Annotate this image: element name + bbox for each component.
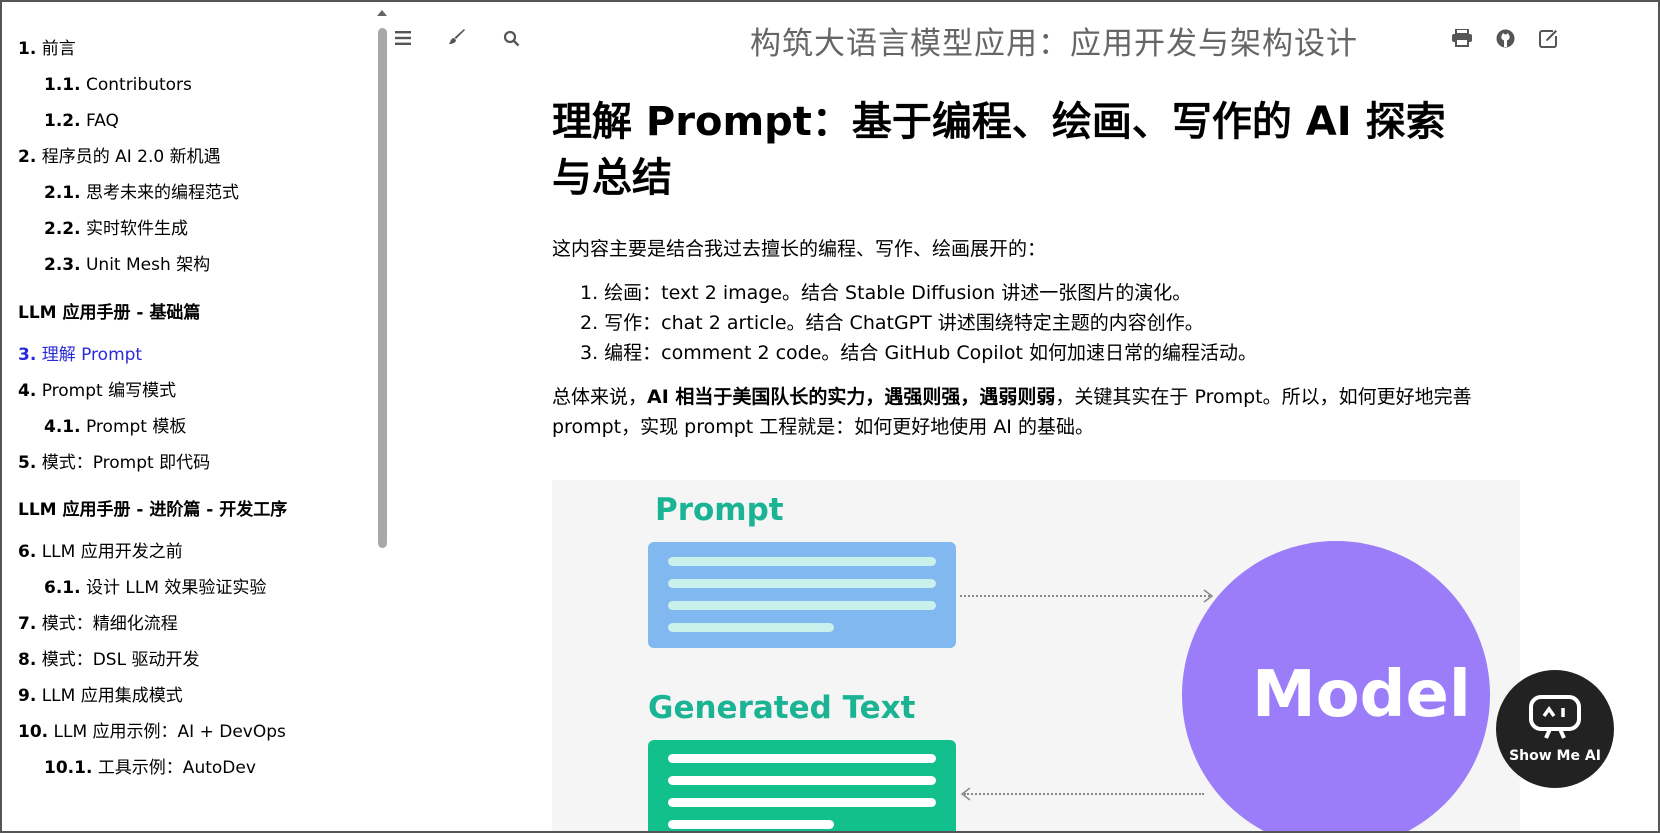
show-me-ai-label: Show Me AI	[1509, 748, 1601, 764]
text-line	[668, 776, 936, 785]
article: 理解 Prompt：基于编程、绘画、写作的 AI 探索与总结 这内容主要是结合我…	[552, 94, 1472, 442]
sidebar-item-autodev[interactable]: 10.1. 工具示例：AutoDev	[44, 756, 256, 780]
sidebar-item-prompt-template[interactable]: 4.1. Prompt 模板	[44, 415, 186, 439]
sidebar-item-refined-process[interactable]: 7. 模式：精细化流程	[18, 612, 178, 636]
main-content: 构筑大语言模型应用：应用开发与架构设计 理解 Prompt：基于编程、绘画、写作…	[390, 4, 1658, 831]
search-icon[interactable]	[499, 26, 523, 50]
robot-icon	[1529, 695, 1581, 739]
scroll-up-arrow[interactable]	[377, 10, 387, 16]
text-line	[668, 557, 936, 566]
sidebar-part-advanced: LLM 应用手册 - 进阶篇 - 开发工序	[18, 500, 288, 520]
sidebar-item-contributors[interactable]: 1.1. Contributors	[44, 73, 192, 97]
sidebar-item-ai-2[interactable]: 2. 程序员的 AI 2.0 新机遇	[18, 145, 221, 169]
sidebar-item-dsl-driven[interactable]: 8. 模式：DSL 驱动开发	[18, 648, 199, 672]
sidebar-scrollbar-thumb[interactable]	[378, 28, 387, 548]
text-line	[668, 623, 834, 632]
figure-prompt-label: Prompt	[655, 492, 784, 528]
intro-paragraph: 这内容主要是结合我过去擅长的编程、写作、绘画展开的：	[552, 238, 1047, 260]
book-title: 构筑大语言模型应用：应用开发与架构设计	[750, 26, 1358, 62]
prompt-card	[648, 542, 956, 648]
list-item: 3. 编程：comment 2 code。结合 GitHub Copilot 如…	[580, 342, 1257, 364]
text-line	[668, 754, 936, 763]
text-line	[668, 798, 936, 807]
github-icon[interactable]	[1493, 26, 1517, 50]
sidebar-item-unit-mesh[interactable]: 2.3. Unit Mesh 架构	[44, 253, 210, 277]
text-line	[668, 579, 936, 588]
prompt-arrow	[960, 595, 1210, 597]
sidebar-item-llm-experiment[interactable]: 6.1. 设计 LLM 效果验证实验	[44, 576, 266, 600]
paintbrush-icon[interactable]	[445, 26, 469, 50]
model-label: Model	[1252, 658, 1471, 732]
generated-arrow	[964, 793, 1204, 795]
list-item: 1. 绘画：text 2 image。结合 Stable Diffusion 讲…	[580, 282, 1192, 304]
prompt-model-figure: Prompt Generated Text Model	[552, 480, 1520, 831]
sidebar-item-prompt-patterns[interactable]: 4. Prompt 编写模式	[18, 379, 176, 403]
print-icon[interactable]	[1450, 26, 1474, 50]
arrow-head-left-icon	[960, 787, 971, 801]
sidebar-item-devops[interactable]: 10. LLM 应用示例：AI + DevOps	[18, 720, 286, 744]
list-item: 2. 写作：chat 2 article。结合 ChatGPT 讲述围绕特定主题…	[580, 312, 1204, 334]
edit-icon[interactable]	[1536, 26, 1560, 50]
sidebar-item-preface[interactable]: 1. 前言	[18, 37, 76, 61]
text-line	[668, 820, 834, 829]
menu-icon[interactable]	[391, 26, 415, 50]
sidebar-toc: 1. 前言 1.1. Contributors 1.2. FAQ 2. 程序员的…	[4, 4, 388, 831]
sidebar-item-prompt-as-code[interactable]: 5. 模式：Prompt 即代码	[18, 451, 210, 475]
app-frame: 1. 前言 1.1. Contributors 1.2. FAQ 2. 程序员的…	[0, 0, 1660, 833]
summary-paragraph: 总体来说，AI 相当于美国队长的实力，遇强则强，遇弱则弱，关键其实在于 Prom…	[552, 386, 1472, 438]
figure-generated-label: Generated Text	[648, 690, 916, 726]
sidebar-item-understand-prompt[interactable]: 3. 理解 Prompt	[18, 343, 142, 367]
sidebar-item-future-paradigm[interactable]: 2.1. 思考未来的编程范式	[44, 181, 239, 205]
sidebar-part-basics: LLM 应用手册 - 基础篇	[18, 303, 201, 323]
sidebar-item-before-dev[interactable]: 6. LLM 应用开发之前	[18, 540, 183, 564]
generated-card	[648, 740, 956, 831]
sidebar-item-faq[interactable]: 1.2. FAQ	[44, 109, 119, 133]
page-title: 理解 Prompt：基于编程、绘画、写作的 AI 探索与总结	[552, 99, 1446, 201]
text-line	[668, 601, 936, 610]
sidebar-item-realtime-software[interactable]: 2.2. 实时软件生成	[44, 217, 188, 241]
show-me-ai-button[interactable]: Show Me AI	[1496, 670, 1614, 788]
topic-list: 1. 绘画：text 2 image。结合 Stable Diffusion 讲…	[552, 278, 1472, 368]
sidebar-item-integration[interactable]: 9. LLM 应用集成模式	[18, 684, 183, 708]
menu-bar: 构筑大语言模型应用：应用开发与架构设计	[390, 4, 1658, 74]
